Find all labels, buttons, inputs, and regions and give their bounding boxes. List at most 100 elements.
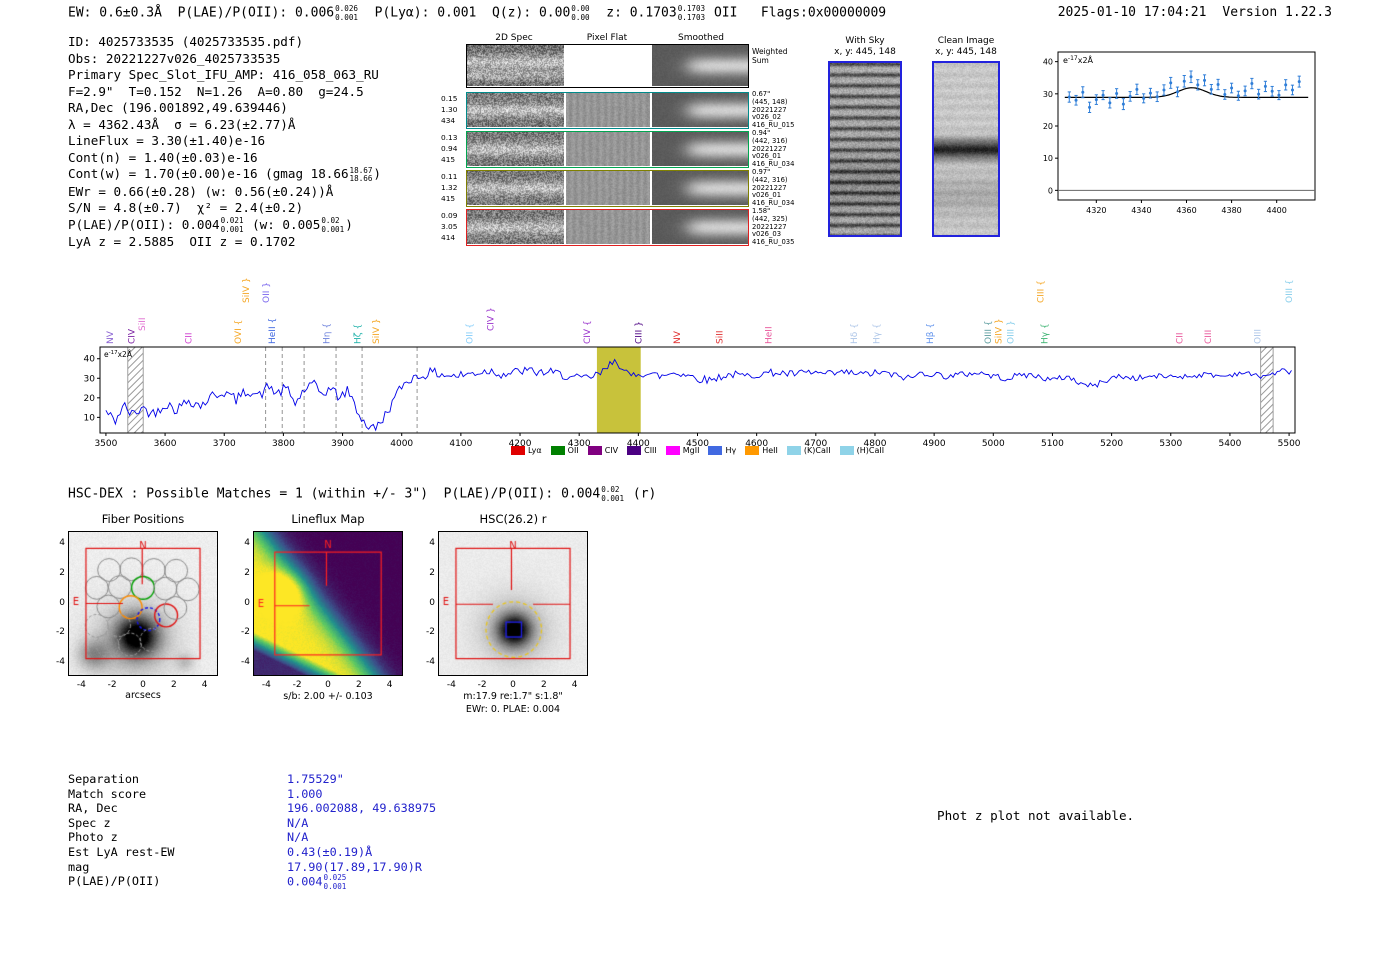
text-segment: z: 0.1703	[590, 5, 677, 21]
spec2d-trace-image	[467, 210, 564, 244]
text-segment: Primary Spec_Slot_IFU_AMP: 416_058_063_R…	[68, 67, 379, 82]
svg-text:Hη {: Hη {	[323, 323, 333, 344]
match-value: N/A	[287, 815, 309, 830]
spec2d-cell	[652, 132, 748, 166]
svg-text:e-17x2Å: e-17x2Å	[104, 350, 133, 359]
clean-image-canvas	[934, 63, 998, 235]
legend-item: (K)CaII	[786, 446, 831, 455]
svg-text:CII: CII	[1176, 332, 1186, 344]
y-tick-label: 2	[244, 567, 250, 578]
y-tick-label: -4	[56, 657, 65, 668]
match-value: 17.90(17.89,17.90)R	[287, 859, 422, 874]
svg-text:CIV }: CIV }	[486, 307, 496, 331]
info-line: F=2.9" T=0.152 N=1.26 A=0.80 g=24.5	[68, 84, 381, 101]
legend-swatch	[510, 446, 525, 455]
svg-text:CIV: CIV	[127, 328, 137, 344]
fraction-lower: 0.001	[323, 881, 347, 891]
clean-image-title: Clean Image	[937, 36, 995, 46]
legend-swatch	[839, 446, 854, 455]
spec2d-trace2-image	[467, 45, 564, 86]
legend-item: CIV	[587, 446, 619, 455]
legend-item: OII	[550, 446, 579, 455]
spec2d-trace-image	[467, 132, 564, 166]
fiber-annotation: 1.58" (442, 325) 20221227 v026_03 416_RU_035	[752, 207, 794, 247]
match-label: Photo z	[68, 830, 118, 845]
y-tick-label: -2	[56, 627, 65, 638]
svg-text:4400: 4400	[1266, 206, 1286, 215]
weighted-sum-label: Weighted Sum	[752, 47, 788, 65]
photz-note: Phot z plot not available.	[937, 808, 1135, 823]
match-value: 0.004 0.025 0.001	[287, 873, 347, 891]
svg-text:e-17x2Å: e-17x2Å	[1063, 54, 1094, 65]
svg-text:SiIV }: SiIV }	[372, 318, 382, 344]
y-tick-label: 4	[59, 537, 65, 548]
spec2d-cell	[566, 210, 650, 244]
svg-text:HeII {: HeII {	[268, 318, 278, 344]
hsc-r-image	[439, 532, 587, 675]
text-segment: EW: 0.6±0.3Å P(LAE)/P(OII): 0.006	[68, 5, 335, 21]
legend-swatch	[627, 446, 642, 455]
fiber-weight-value: 0.09	[441, 211, 458, 220]
text-segment: RA,Dec (196.001892,49.639446)	[68, 100, 288, 115]
text-segment: F=2.9" T=0.152 N=1.26 A=0.80 g=24.5	[68, 83, 364, 99]
timestamp: 2025-01-10 17:04:21	[1057, 5, 1207, 20]
match-value: N/A	[287, 830, 309, 845]
legend-label: MgII	[682, 446, 700, 455]
fiber-weight-value: 1.32	[441, 183, 458, 192]
y-tick-label: -2	[241, 627, 250, 638]
fiber-weight-value: 1.30	[441, 105, 458, 114]
legend-swatch	[745, 446, 760, 455]
x-tick-label: 0	[140, 680, 146, 690]
stacked-fraction: 0.02 0.001	[601, 485, 624, 503]
svg-text:0: 0	[1048, 186, 1053, 195]
svg-text:CII: CII	[185, 332, 195, 344]
full-spectrum-plot: 3500 3600 3700 3800 3900 4000 4100 4200 4300 4400…	[84, 277, 1301, 449]
legend-item: (H)CaII	[839, 446, 884, 455]
lineflux-map-panel	[253, 531, 403, 676]
svg-text:OIII {: OIII {	[984, 320, 994, 344]
legend-label: CIV	[604, 446, 619, 455]
info-line: P(LAE)/P(OII): 0.004 0.021 0.001 (w: 0.005…	[68, 216, 381, 235]
y-tick-label: 0	[429, 597, 435, 608]
match-label: Est LyA rest-EW	[68, 844, 175, 859]
spec2d-trace-image	[467, 93, 564, 127]
info-line: EWr = 0.66(±0.28) (w: 0.56(±0.24))Å	[68, 184, 381, 201]
spec2d-flat-image	[566, 210, 650, 244]
spec2d-trace-image	[467, 171, 564, 205]
x-tick-label: 4	[386, 680, 393, 690]
fiber-positions-image	[69, 532, 217, 675]
svg-text:CIII: CIII	[1204, 330, 1214, 344]
fiber-annotation: 0.67" (445, 148) 20221227 v026_02 416_RU_015	[752, 90, 794, 130]
clean-image-coords: x, y: 445, 148	[935, 47, 997, 57]
x-tick-label: 4	[571, 680, 578, 690]
y-tick-label: 4	[429, 537, 435, 548]
legend-item: Lyα	[510, 446, 542, 455]
fiber-annotation: 0.94" (442, 316) 20221227 v026_01 416_RU_034	[752, 129, 794, 169]
fraction-lower: 0.1703	[677, 12, 706, 22]
match-value: 1.000	[287, 786, 323, 801]
info-line: Cont(n) = 1.40(±0.03)e-16	[68, 150, 381, 167]
spec2d-cell	[652, 210, 748, 244]
legend-item: CIII	[627, 446, 657, 455]
legend-item: MgII	[665, 446, 700, 455]
text-segment: HSC-DEX : Possible Matches = 1 (within +…	[68, 486, 601, 502]
text-segment: P(LAE)/P(OII): 0.004	[68, 216, 220, 232]
x-tick-label: -4	[261, 680, 271, 690]
match-label: P(LAE)/P(OII)	[68, 874, 161, 889]
svg-text:CIII }: CIII }	[634, 321, 644, 344]
y-tick-label: -2	[426, 627, 435, 638]
svg-text:20: 20	[1043, 122, 1053, 131]
fiber-weights: 0.13 0.94 415	[441, 132, 457, 165]
legend-item: Hγ	[708, 446, 736, 455]
svg-text:Hζ {: Hζ {	[353, 324, 363, 344]
match-label: Spec z	[68, 815, 111, 830]
x-tick-label: 2	[170, 680, 177, 690]
stacked-fraction: 0.00 0.00	[571, 4, 589, 22]
clean-image-cutout	[932, 61, 1000, 237]
text-segment: Cont(n) = 1.40(±0.03)e-16	[68, 149, 258, 165]
fiber-weights: 0.11 1.32 415	[441, 171, 457, 204]
text-segment: LyA z = 2.5885 OII z = 0.1702	[68, 234, 296, 249]
spec2d-cell	[566, 171, 650, 205]
svg-text:SiII: SiII	[138, 317, 148, 331]
spec2d-cell	[566, 132, 650, 166]
